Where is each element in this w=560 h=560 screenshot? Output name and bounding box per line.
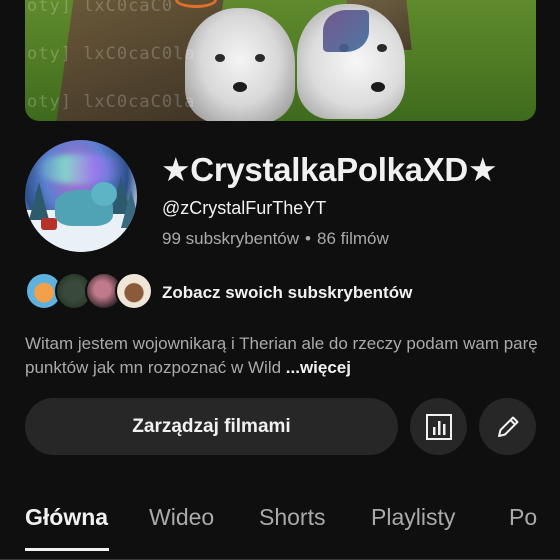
tab-posts[interactable]: Po	[509, 504, 537, 531]
tab-playlists[interactable]: Playlisty	[371, 504, 455, 531]
subscriber-avatars[interactable]	[25, 272, 153, 312]
active-tab-indicator	[25, 548, 109, 551]
channel-name: ★CrystalkaPolkaXD★	[161, 151, 498, 188]
pencil-icon	[497, 416, 518, 437]
subscriber-avatar	[115, 272, 153, 310]
stats-separator: •	[305, 229, 311, 248]
see-subscribers-link[interactable]: Zobacz swoich subskrybentów	[162, 283, 412, 303]
video-count: 86 filmów	[316, 229, 389, 248]
banner-butterfly	[323, 10, 369, 52]
channel-stats: 99 subskrybentów • 86 filmów	[162, 229, 389, 249]
channel-banner[interactable]: oty] lxC0caC0 oty] lxC0caC0la oty] lxC0c…	[25, 0, 536, 121]
more-link[interactable]: ...więcej	[286, 358, 351, 377]
channel-avatar[interactable]	[25, 140, 137, 252]
subscriber-count: 99 subskrybentów	[162, 229, 300, 248]
channel-tabs: Główna Wideo Shorts Playlisty Po	[0, 496, 560, 560]
banner-watermark: oty] lxC0caC0la	[27, 92, 196, 112]
analytics-button[interactable]	[410, 398, 467, 455]
tab-videos[interactable]: Wideo	[149, 504, 214, 531]
banner-wolf-left	[185, 8, 295, 121]
channel-description[interactable]: Witam jestem wojownikarą i Therian ale d…	[25, 332, 540, 380]
manage-videos-button[interactable]: Zarządzaj filmami	[25, 398, 398, 455]
tab-home[interactable]: Główna	[25, 504, 108, 531]
edit-channel-button[interactable]	[479, 398, 536, 455]
bar-chart-icon	[425, 413, 452, 440]
banner-watermark: oty] lxC0caC0la	[27, 44, 196, 64]
tab-shorts[interactable]: Shorts	[259, 504, 325, 531]
channel-handle: @zCrystalFurTheYT	[162, 198, 327, 218]
banner-watermark: oty] lxC0caC0	[27, 0, 174, 16]
description-text: Witam jestem wojownikarą i Therian ale d…	[25, 334, 538, 377]
